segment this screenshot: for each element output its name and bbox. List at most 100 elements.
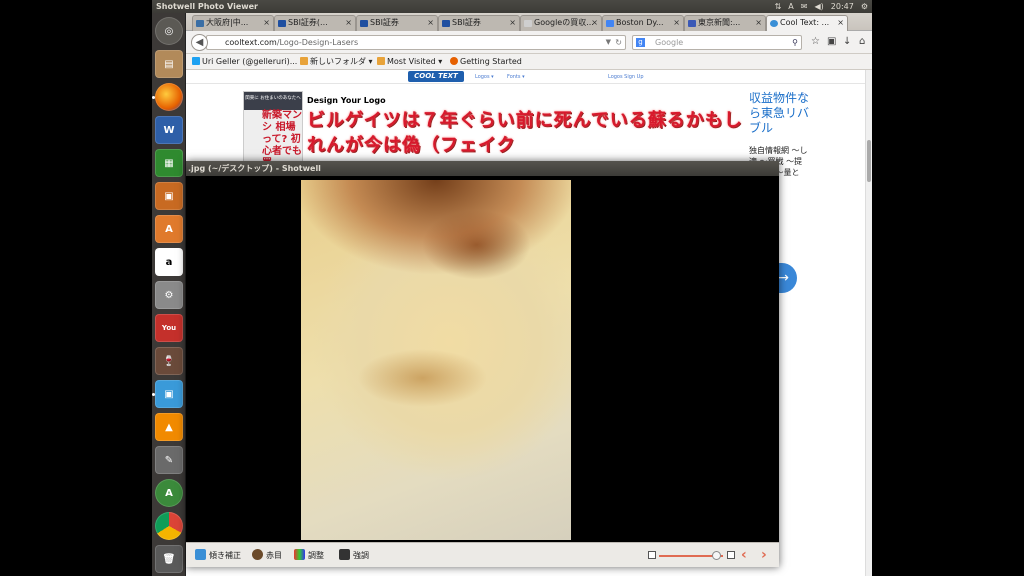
straighten-icon <box>195 549 206 560</box>
app-title: Shotwell Photo Viewer <box>156 2 259 11</box>
navigation-bar: cooltext.com/Logo-Design-Lasers ▼ ↻ ◀ g … <box>186 31 872 54</box>
bookmark-item[interactable]: Getting Started <box>450 54 522 70</box>
zoom-out-icon[interactable] <box>648 551 656 559</box>
tab-bar: 大阪府|中... × SBI証券(... × SBI証券 × SBI証券 × Googl… <box>186 13 872 31</box>
shotwell-title-bar[interactable]: .jpg (~/デスクトップ) - Shotwell <box>186 161 779 176</box>
amazon-icon[interactable]: a <box>155 248 183 276</box>
folder-icon <box>300 57 308 65</box>
zoom-in-icon[interactable] <box>727 551 735 559</box>
google-icon: g <box>636 38 645 47</box>
trash-icon[interactable]: 🗑 <box>155 545 183 573</box>
impress-icon[interactable]: ▣ <box>155 182 183 210</box>
url-path: /Logo-Design-Lasers <box>276 38 359 47</box>
news-icon <box>688 20 696 27</box>
close-icon[interactable]: × <box>263 16 270 30</box>
zoom-slider-knob[interactable] <box>712 551 722 560</box>
site-logo[interactable]: COOL TEXT <box>408 71 464 82</box>
browser-tab[interactable]: Boston Dy... × <box>602 15 684 31</box>
ad-choices-icon[interactable]: ▷ <box>802 91 807 98</box>
bookmarks-toolbar: Uri Geller (@gelleruri)... 新しいフォルダ ▾ Mos… <box>186 54 872 70</box>
bookmark-item[interactable]: Uri Geller (@gelleruri)... <box>192 54 297 70</box>
firefox-icon[interactable] <box>155 83 183 111</box>
launcher: ◎ ▤ W ▦ ▣ A a ⚙ You 🍷 ▣ ▲ ✎ A 🗑 <box>152 13 186 576</box>
calc-icon[interactable]: ▦ <box>155 149 183 177</box>
close-icon[interactable]: × <box>427 16 434 30</box>
text-editor-icon[interactable]: ✎ <box>155 446 183 474</box>
nav-signup[interactable]: Logos Sign Up <box>608 74 644 80</box>
browser-tab[interactable]: SBI証券 × <box>438 15 520 31</box>
close-icon[interactable]: × <box>837 16 844 30</box>
desktop-screen: Shotwell Photo Viewer ⇅ A ✉ ◀) 20:47 ⚙ ◎… <box>152 0 872 576</box>
search-input[interactable]: g Google ⚲ <box>632 35 802 50</box>
folder-icon <box>377 57 385 65</box>
adjust-button[interactable]: 調整 <box>294 543 324 568</box>
software-center-icon[interactable]: A <box>155 215 183 243</box>
site-header: COOL TEXT Logos ▾ Fonts ▾ Logos Sign Up <box>186 70 872 84</box>
sbi-icon <box>278 20 286 27</box>
running-indicator <box>152 393 155 396</box>
youtube-icon[interactable]: You <box>155 314 183 342</box>
indicator-area: ⇅ A ✉ ◀) 20:47 ⚙ <box>775 0 868 13</box>
wine-icon[interactable]: 🍷 <box>155 347 183 375</box>
settings-icon[interactable]: ⚙ <box>155 281 183 309</box>
chevron-down-icon[interactable]: ▼ <box>606 36 611 49</box>
browser-tab[interactable]: SBI証券 × <box>356 15 438 31</box>
shotwell-window: .jpg (~/デスクトップ) - Shotwell 傾き補正 赤目 調整 強調… <box>186 161 779 567</box>
browser-tab[interactable]: 東京新聞:... × <box>684 15 766 31</box>
clipboard-icon[interactable]: ▣ <box>827 36 836 47</box>
keyboard-icon[interactable]: A <box>788 0 793 13</box>
bookmark-folder[interactable]: 新しいフォルダ ▾ <box>300 54 373 70</box>
sbi-icon <box>360 20 368 27</box>
design-title: Design Your Logo <box>307 96 386 105</box>
straighten-button[interactable]: 傾き補正 <box>195 543 241 568</box>
network-icon[interactable]: ⇅ <box>775 0 782 13</box>
running-indicator <box>152 96 155 99</box>
mail-icon[interactable]: ✉ <box>801 0 808 13</box>
clock[interactable]: 20:47 <box>831 0 854 13</box>
back-button[interactable]: ◀ <box>191 34 208 51</box>
close-icon[interactable]: × <box>673 16 680 30</box>
reload-icon[interactable]: ↻ <box>615 36 622 49</box>
photo[interactable] <box>301 180 571 540</box>
gear-icon[interactable]: ⚙ <box>861 0 868 13</box>
close-icon[interactable]: × <box>591 16 598 30</box>
page-icon <box>524 20 532 27</box>
previous-photo-button[interactable]: ‹ <box>741 543 747 567</box>
ad-left-top: 関東に お住まいのあなたへ <box>244 92 302 110</box>
page-scrollbar[interactable] <box>865 70 872 576</box>
twitter-icon <box>192 57 200 65</box>
files-icon[interactable]: ▤ <box>155 50 183 78</box>
home-icon[interactable]: ⌂ <box>859 36 865 47</box>
eye-icon <box>252 549 263 560</box>
ubuntu-dash-icon[interactable]: ◎ <box>155 17 183 45</box>
scroll-thumb[interactable] <box>867 140 871 182</box>
next-photo-button[interactable]: › <box>761 543 767 567</box>
browser-tab[interactable]: 大阪府|中... × <box>192 15 274 31</box>
sbi-icon <box>442 20 450 27</box>
search-icon[interactable]: ⚲ <box>792 36 798 49</box>
software-updater-icon[interactable]: A <box>155 479 183 507</box>
nav-logos[interactable]: Logos ▾ <box>475 74 494 80</box>
bookmark-star-icon[interactable]: ☆ <box>811 36 820 47</box>
nav-fonts[interactable]: Fonts ▾ <box>507 74 525 80</box>
chrome-icon[interactable] <box>155 512 183 540</box>
laser-logo-text: ビルゲイツは７年ぐらい前に死んでいる蘇るかもしれんが今は偽（フェイク <box>307 110 743 156</box>
bookmark-folder[interactable]: Most Visited ▾ <box>377 54 442 70</box>
download-icon[interactable]: ↓ <box>843 36 851 47</box>
close-icon[interactable]: × <box>509 16 516 30</box>
browser-tab[interactable]: Googleの買収... × <box>520 15 602 31</box>
url-host: cooltext.com <box>225 38 277 47</box>
volume-icon[interactable]: ◀) <box>814 0 823 13</box>
close-icon[interactable]: × <box>755 16 762 30</box>
close-icon[interactable]: × <box>345 16 352 30</box>
magic-wand-icon <box>339 549 350 560</box>
browser-tab[interactable]: SBI証券(... × <box>274 15 356 31</box>
cooltext-icon <box>770 20 778 27</box>
url-bar[interactable]: cooltext.com/Logo-Design-Lasers ▼ ↻ <box>206 35 626 50</box>
shotwell-icon[interactable]: ▣ <box>155 380 183 408</box>
browser-tab-active[interactable]: Cool Text: ... × <box>766 15 848 31</box>
enhance-button[interactable]: 強調 <box>339 543 369 568</box>
writer-icon[interactable]: W <box>155 116 183 144</box>
red-eye-button[interactable]: 赤目 <box>252 543 282 568</box>
vlc-icon[interactable]: ▲ <box>155 413 183 441</box>
